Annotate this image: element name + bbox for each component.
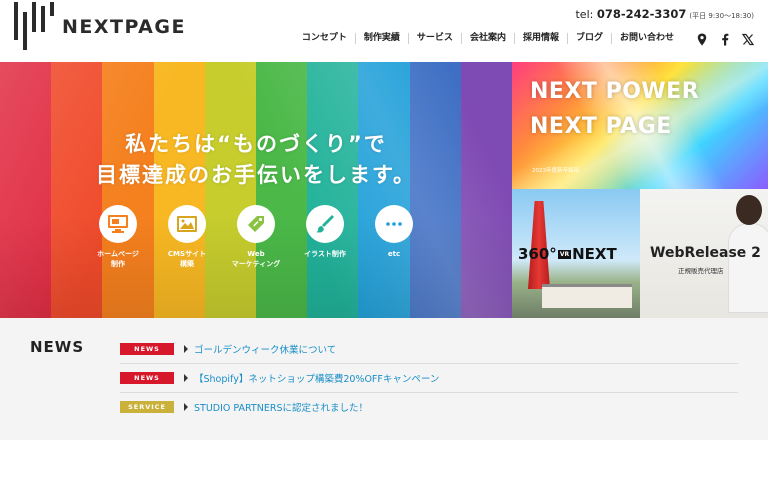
news-link[interactable]: ゴールデンウィーク休業について [194,342,336,356]
recruit-banner[interactable]: NEXT POWER NEXT PAGE 2023年度新卒採用 [512,62,768,189]
service-web-marketing[interactable]: Web マーケティング [221,205,291,269]
triangle-right-icon [184,374,188,382]
service-homepage-line1: ホームページ [97,250,139,258]
facebook-icon[interactable] [719,31,731,46]
news-item: SERVICE STUDIO PARTNERSに認定されました！ [120,393,738,422]
x-icon[interactable] [741,31,755,46]
news-heading: NEWS [30,338,85,356]
logo-text: NEXTPAGE [62,16,186,38]
image-window-icon [168,205,206,243]
ellipsis-icon [375,205,413,243]
service-cms-line2: 構築 [180,260,194,268]
building-image [542,284,632,308]
site-header: NEXTPAGE tel: 078-242-3307 (平日 9:30〜18:30… [0,0,768,62]
logo-mark-icon [14,2,58,50]
nav-company[interactable]: 会社案内 [460,33,514,44]
service-web-line2: マーケティング [231,260,281,268]
tel-number: 078-242-3307 [596,7,687,21]
phone-contact[interactable]: tel: 078-242-3307 (平日 9:30〜18:30) [575,7,754,21]
tel-hours: (平日 9:30〜18:30) [689,12,754,20]
nav-concept[interactable]: コンセプト [294,33,355,44]
hero-title-line2: 目標達成のお手伝いをします。 [96,163,416,187]
nav-works[interactable]: 制作実績 [354,33,408,44]
monitor-icon [99,205,137,243]
vr-badge: VR [557,250,572,259]
hero-banner: 私たちは“ものづくり”で 目標達成のお手伝いをします。 ホームページ 制作 CMS… [0,62,512,318]
service-cms-line1: CMSサイト [167,250,207,258]
nav-recruit[interactable]: 採用情報 [513,33,567,44]
news-tag: NEWS [120,372,174,384]
webrelease-title: WebRelease 2 [650,245,761,261]
service-illustration[interactable]: イラスト制作 [290,205,360,259]
social-icons [696,31,755,46]
service-web-line1: Web [247,250,265,258]
nav-blog[interactable]: ブログ [566,33,611,44]
service-homepage[interactable]: ホームページ 制作 [83,205,153,269]
main-nav: コンセプト 制作実績 サービス 会社案内 採用情報 ブログ お問い合わせ [294,33,682,44]
service-illustration-line1: イラスト制作 [304,250,346,258]
news-item: NEWS ゴールデンウィーク休業について [120,335,738,364]
news-tag: SERVICE [120,401,174,413]
service-homepage-line2: 制作 [111,260,125,268]
site-logo[interactable]: NEXTPAGE [14,2,184,50]
recruit-banner-line2: NEXT PAGE [530,114,672,139]
news-item: NEWS 【Shopify】ネットショップ構築費20%OFFキャンペーン [120,364,738,393]
news-link[interactable]: 【Shopify】ネットショップ構築費20%OFFキャンペーン [194,371,439,385]
vr-next-banner[interactable]: 360° VR NEXT [512,189,640,318]
triangle-right-icon [184,345,188,353]
news-link[interactable]: STUDIO PARTNERSに認定されました！ [194,400,368,414]
recruit-banner-caption: 2023年度新卒採用 [532,168,579,174]
vr-suffix: NEXT [572,245,617,263]
vr-prefix: 360° [518,245,557,263]
map-pin-icon[interactable] [696,31,708,46]
webrelease-banner[interactable]: WebRelease 2 正規販売代理店 [640,189,768,318]
service-etc[interactable]: etc [359,205,429,259]
brush-icon [306,205,344,243]
service-cms[interactable]: CMSサイト 構築 [152,205,222,269]
nav-services[interactable]: サービス [407,33,461,44]
vr-next-label: 360° VR NEXT [518,245,617,263]
recruit-banner-line1: NEXT POWER [530,79,700,104]
service-etc-line1: etc [387,250,401,258]
news-section: NEWS NEWS ゴールデンウィーク休業について NEWS 【Shopify】… [0,318,768,440]
tel-prefix: tel: [575,8,597,21]
nav-contact[interactable]: お問い合わせ [610,33,682,44]
triangle-right-icon [184,403,188,411]
hero-light-overlay [0,62,512,318]
webrelease-subtitle: 正規販売代理店 [678,267,724,275]
hero-title-line1: 私たちは“ものづくり”で [125,132,387,156]
price-tag-icon [237,205,275,243]
news-tag: NEWS [120,343,174,355]
